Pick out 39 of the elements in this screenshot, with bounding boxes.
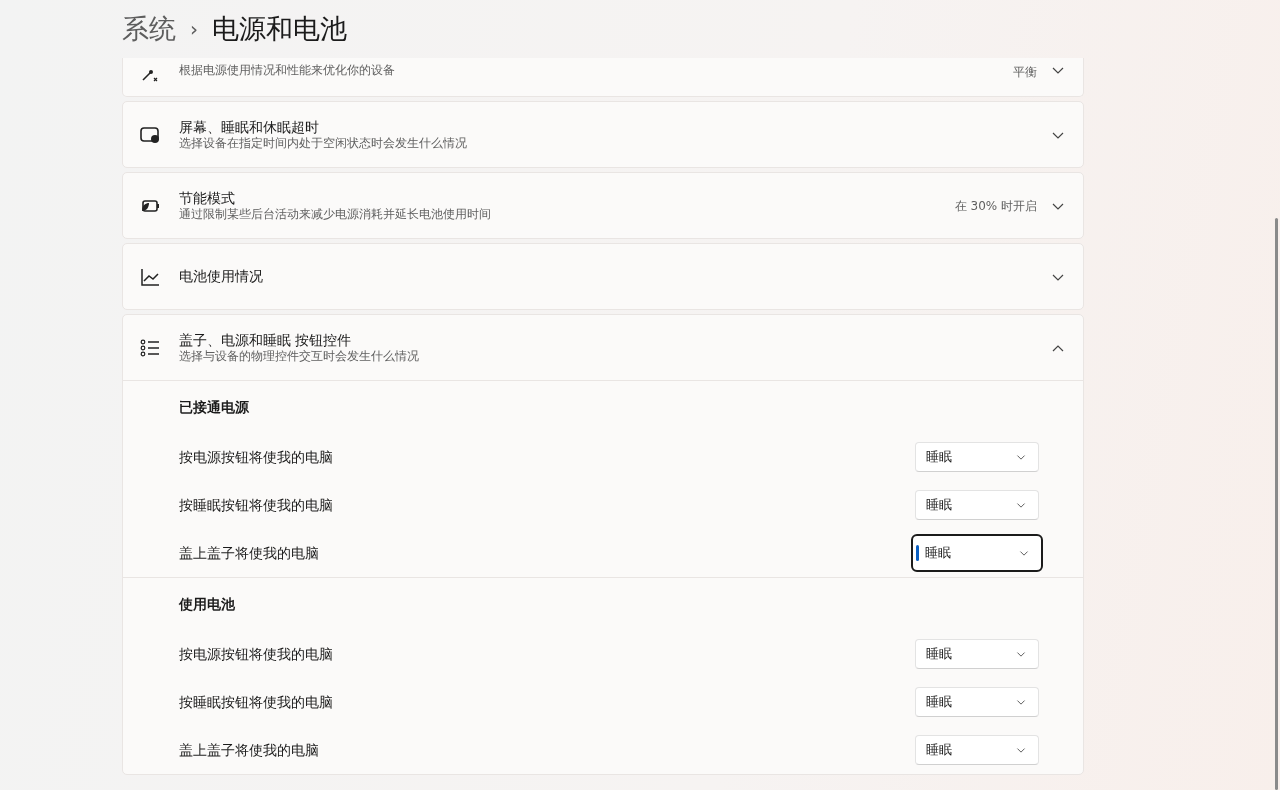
dropdown[interactable]: 睡眠: [915, 490, 1039, 520]
dropdown[interactable]: 睡眠: [911, 534, 1043, 572]
setting-description: 选择与设备的物理控件交互时会发生什么情况: [179, 349, 420, 363]
page-title: 电源和电池: [212, 11, 347, 46]
expander-header[interactable]: 盖子、电源和睡眠 按钮控件 选择与设备的物理控件交互时会发生什么情况: [123, 315, 1083, 380]
setting-label: 按睡眠按钮将使我的电脑: [179, 692, 333, 712]
dropdown[interactable]: 睡眠: [915, 735, 1039, 765]
caret-icon: [1016, 649, 1026, 659]
setting-label: 盖上盖子将使我的电脑: [179, 740, 319, 760]
breadcrumb-separator: ›: [190, 16, 198, 43]
group-heading: 已接通电源: [179, 397, 250, 417]
setting-title: 电池使用情况: [179, 268, 264, 285]
setting-label: 盖上盖子将使我的电脑: [179, 543, 319, 563]
dropdown[interactable]: 睡眠: [915, 687, 1039, 717]
dropdown[interactable]: 睡眠: [915, 639, 1039, 669]
setting-value: 平衡: [1013, 64, 1037, 81]
setting-label: 按睡眠按钮将使我的电脑: [179, 495, 333, 515]
caret-icon: [1016, 500, 1026, 510]
group-heading: 使用电池: [179, 594, 236, 614]
expander-header[interactable]: 根据电源使用情况和性能来优化你的设备 平衡: [123, 58, 1083, 96]
setting-description: 根据电源使用情况和性能来优化你的设备: [179, 63, 396, 77]
caret-icon: [1019, 548, 1029, 558]
scrollbar[interactable]: [1275, 218, 1278, 790]
expander-header[interactable]: 电池使用情况: [123, 244, 1083, 309]
expander-header[interactable]: 节能模式 通过限制某些后台活动来减少电源消耗并延长电池使用时间 在 30% 时开启: [123, 173, 1083, 238]
caret-icon: [1016, 745, 1026, 755]
setting-value: 在 30% 时开启: [954, 197, 1037, 215]
setting-label: 按电源按钮将使我的电脑: [179, 644, 333, 664]
setting-title: 盖子、电源和睡眠 按钮控件: [179, 332, 353, 349]
caret-icon: [1016, 452, 1026, 462]
setting-label: 按电源按钮将使我的电脑: [179, 447, 333, 467]
breadcrumb-link[interactable]: 系统: [122, 8, 176, 50]
caret-icon: [1016, 697, 1026, 707]
setting-title: 屏幕、睡眠和休眠超时: [179, 119, 320, 136]
setting-description: 选择设备在指定时间内处于空闲状态时会发生什么情况: [179, 136, 468, 150]
expander-header[interactable]: 屏幕、睡眠和休眠超时 选择设备在指定时间内处于空闲状态时会发生什么情况: [123, 102, 1083, 167]
dropdown[interactable]: 睡眠: [915, 442, 1039, 472]
setting-title: 节能模式: [179, 190, 236, 207]
setting-description: 通过限制某些后台活动来减少电源消耗并延长电池使用时间: [179, 207, 492, 221]
